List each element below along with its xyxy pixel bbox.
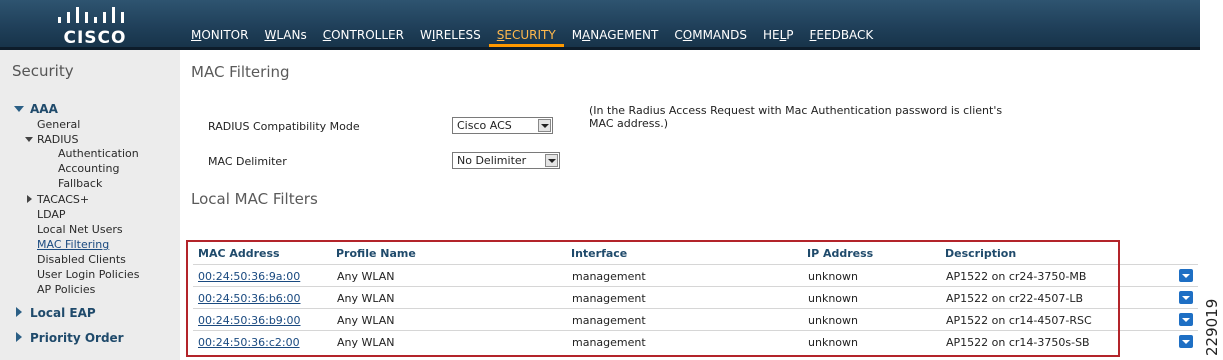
ip-address-cell: unknown <box>808 292 858 305</box>
tab-commands[interactable]: COMMANDS <box>666 27 755 47</box>
table-row: 00:24:50:36:b6:00 Any WLAN management un… <box>193 286 1198 308</box>
profile-name-cell: Any WLAN <box>337 270 395 283</box>
page-title: MAC Filtering <box>191 63 290 81</box>
sidebar-item-local-net-users[interactable]: Local Net Users <box>37 223 123 236</box>
column-header-interface: Interface <box>571 247 628 260</box>
row-menu-button[interactable] <box>1179 335 1193 348</box>
mac-delimiter-select[interactable]: No Delimiter <box>452 152 560 169</box>
interface-cell: management <box>572 292 646 305</box>
sidebar-section-local-eap[interactable]: Local EAP <box>16 306 96 320</box>
row-menu-button[interactable] <box>1179 313 1193 326</box>
sidebar-item-mac-filtering[interactable]: MAC Filtering <box>37 238 109 251</box>
mac-address-link[interactable]: 00:24:50:36:b9:00 <box>198 314 301 327</box>
mac-address-link[interactable]: 00:24:50:36:c2:00 <box>198 336 300 349</box>
tab-feedback[interactable]: FEEDBACK <box>802 27 882 47</box>
cisco-logo-text: CISCO <box>63 28 127 48</box>
sidebar-item-disabled-clients[interactable]: Disabled Clients <box>37 253 126 266</box>
sidebar-item-authentication[interactable]: Authentication <box>58 147 139 160</box>
expanded-arrow-icon <box>25 137 33 142</box>
main-nav: MONITOR WLANs CONTROLLER WIRELESS SECURITY MA… <box>183 27 881 47</box>
description-cell: AP1522 on cr24-3750-MB <box>946 270 1087 283</box>
local-mac-filters-title: Local MAC Filters <box>191 190 318 208</box>
sidebar-item-accounting[interactable]: Accounting <box>58 162 119 175</box>
interface-cell: management <box>572 270 646 283</box>
chevron-down-icon <box>538 119 551 132</box>
description-cell: AP1522 on cr22-4507-LB <box>946 292 1084 305</box>
sidebar-item-user-login-policies[interactable]: User Login Policies <box>37 268 139 281</box>
collapsed-arrow-icon <box>16 332 22 342</box>
expanded-arrow-icon <box>14 106 24 112</box>
tab-monitor[interactable]: MONITOR <box>183 27 256 47</box>
sidebar-item-tacacs[interactable]: TACACS+ <box>27 193 89 206</box>
profile-name-cell: Any WLAN <box>337 314 395 327</box>
collapsed-arrow-icon <box>27 195 32 203</box>
sidebar-section-aaa[interactable]: AAA <box>14 102 58 116</box>
tab-wireless[interactable]: WIRELESS <box>412 27 489 47</box>
profile-name-cell: Any WLAN <box>337 336 395 349</box>
column-header-mac-address: MAC Address <box>198 247 280 260</box>
mac-delimiter-label: MAC Delimiter <box>208 155 287 168</box>
table-row: 00:24:50:36:c2:00 Any WLAN management un… <box>193 330 1198 352</box>
radius-mode-value: Cisco ACS <box>457 119 512 132</box>
row-menu-button[interactable] <box>1179 269 1193 282</box>
radius-mode-select[interactable]: Cisco ACS <box>452 117 553 134</box>
interface-cell: management <box>572 314 646 327</box>
radius-mode-note: (In the Radius Access Request with Mac A… <box>589 104 1003 130</box>
table-header: MAC Address Profile Name Interface IP Ad… <box>193 244 1198 264</box>
mac-address-link[interactable]: 00:24:50:36:b6:00 <box>198 292 301 305</box>
header-divider <box>0 47 1200 50</box>
profile-name-cell: Any WLAN <box>337 292 395 305</box>
tab-controller[interactable]: CONTROLLER <box>315 27 412 47</box>
local-mac-filters-table: MAC Address Profile Name Interface IP Ad… <box>193 244 1198 352</box>
description-cell: AP1522 on cr14-4507-RSC <box>946 314 1092 327</box>
description-cell: AP1522 on cr14-3750s-SB <box>946 336 1090 349</box>
tab-wlans[interactable]: WLANs <box>256 27 314 47</box>
top-header: CISCO MONITOR WLANs CONTROLLER WIRELESS SECU… <box>0 0 1200 50</box>
collapsed-arrow-icon <box>16 307 22 317</box>
cisco-logo-bars-icon <box>58 7 124 23</box>
mac-address-link[interactable]: 00:24:50:36:9a:00 <box>198 270 300 283</box>
figure-id: 229019 <box>1203 298 1221 356</box>
tab-help[interactable]: HELP <box>755 27 802 47</box>
mac-delimiter-value: No Delimiter <box>457 154 527 167</box>
row-menu-button[interactable] <box>1179 291 1193 304</box>
sidebar-item-general[interactable]: General <box>37 118 80 131</box>
column-header-description: Description <box>945 247 1017 260</box>
sidebar-item-fallback[interactable]: Fallback <box>58 177 102 190</box>
table-row: 00:24:50:36:b9:00 Any WLAN management un… <box>193 308 1198 330</box>
ip-address-cell: unknown <box>808 270 858 283</box>
sidebar-item-ldap[interactable]: LDAP <box>37 208 66 221</box>
tab-security[interactable]: SECURITY <box>488 27 564 47</box>
chevron-down-icon <box>545 154 558 167</box>
ip-address-cell: unknown <box>808 314 858 327</box>
sidebar-title: Security <box>12 62 74 80</box>
table-row: 00:24:50:36:9a:00 Any WLAN management un… <box>193 264 1198 286</box>
sidebar: Security AAA General RADIUS Authenticati… <box>0 50 180 360</box>
ip-address-cell: unknown <box>808 336 858 349</box>
radius-mode-label: RADIUS Compatibility Mode <box>208 120 360 133</box>
interface-cell: management <box>572 336 646 349</box>
sidebar-item-radius[interactable]: RADIUS <box>25 133 78 146</box>
cisco-logo: CISCO <box>40 3 150 48</box>
sidebar-item-ap-policies[interactable]: AP Policies <box>37 283 95 296</box>
tab-management[interactable]: MANAGEMENT <box>564 27 667 47</box>
column-header-profile-name: Profile Name <box>336 247 416 260</box>
sidebar-section-priority-order[interactable]: Priority Order <box>16 331 124 345</box>
column-header-ip-address: IP Address <box>807 247 874 260</box>
